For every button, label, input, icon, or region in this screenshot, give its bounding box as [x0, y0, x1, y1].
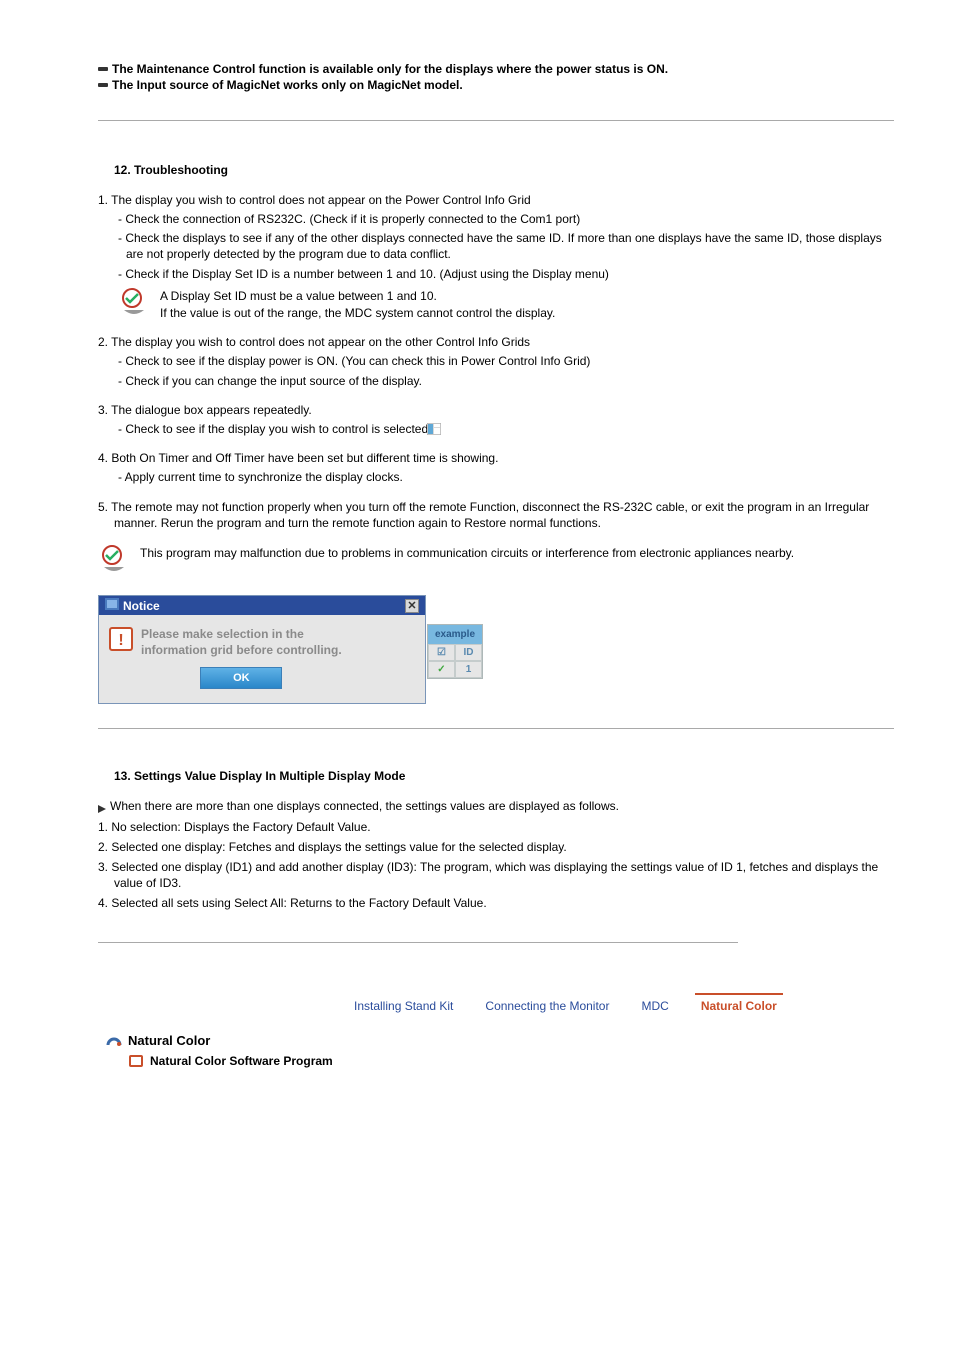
top-note-1-text: The Maintenance Control function is avai… — [112, 62, 668, 76]
nav-tabs: Installing Stand Kit Connecting the Moni… — [348, 993, 894, 1019]
sub-item: - Check to see if the display power is O… — [118, 353, 894, 369]
example-label: example — [428, 625, 482, 644]
warning-icon: ! — [109, 627, 133, 651]
trouble-item-5: 5. The remote may not function properly … — [98, 499, 894, 531]
trouble-item-1: 1. The display you wish to control does … — [98, 193, 894, 321]
tab-installing-stand-kit[interactable]: Installing Stand Kit — [348, 993, 459, 1017]
info-text: This program may malfunction due to prob… — [140, 545, 794, 562]
sub-item: - Apply current time to synchronize the … — [118, 469, 894, 485]
tab-connecting-monitor[interactable]: Connecting the Monitor — [479, 993, 615, 1017]
nc-title-text: Natural Color — [128, 1033, 210, 1048]
sub-item-text: - Check to see if the display you wish t… — [118, 422, 431, 436]
grid-selection-icon — [435, 423, 449, 435]
sub-item: - Check the connection of RS232C. (Check… — [118, 211, 894, 227]
divider — [98, 120, 894, 121]
notice-title-bar: Notice ✕ — [99, 596, 425, 615]
trouble-item-4: 4. Both On Timer and Off Timer have been… — [98, 451, 894, 485]
info-text-content: A Display Set ID must be a value between… — [160, 288, 555, 322]
divider — [98, 942, 738, 943]
item-lead: 1. The display you wish to control does … — [98, 193, 894, 207]
s13-item-2: 2. Selected one display: Fetches and dis… — [98, 839, 894, 855]
col-id: ID — [455, 644, 482, 661]
check-mark-icon — [118, 288, 150, 320]
s13-item-3: 3. Selected one display (ID1) and add an… — [98, 859, 894, 891]
section-12-title: 12. Troubleshooting — [114, 163, 894, 177]
val-id: 1 — [455, 661, 482, 678]
natural-color-icon — [106, 1033, 122, 1047]
notice-body: ! Please make selection in the informati… — [99, 615, 425, 702]
nc-sub-text: Natural Color Software Program — [150, 1054, 333, 1068]
item-lead: 3. The dialogue box appears repeatedly. — [98, 403, 894, 417]
item-lead: 4. Both On Timer and Off Timer have been… — [98, 451, 894, 465]
notice-msg-line1: Please make selection in the — [141, 627, 342, 643]
s13-item-1: 1. No selection: Displays the Factory De… — [98, 819, 894, 835]
app-icon — [105, 598, 119, 613]
top-note-1: The Maintenance Control function is avai… — [98, 62, 894, 76]
dash-icon — [98, 67, 108, 71]
trouble-item-3: 3. The dialogue box appears repeatedly. … — [98, 403, 894, 437]
sub-item: - Check if the Display Set ID is a numbe… — [118, 266, 894, 282]
nc-sub: Natural Color Software Program — [128, 1054, 894, 1068]
svg-text:!: ! — [118, 632, 123, 649]
check-mark-icon — [98, 545, 130, 577]
sub-item: - Check to see if the display you wish t… — [118, 421, 894, 437]
item-lead: 5. The remote may not function properly … — [98, 499, 894, 531]
top-note-2: The Input source of MagicNet works only … — [98, 78, 894, 92]
section-13-title: 13. Settings Value Display In Multiple D… — [114, 769, 894, 783]
notice-title-text: Notice — [123, 599, 160, 613]
info-row-2: This program may malfunction due to prob… — [98, 545, 894, 577]
tab-natural-color[interactable]: Natural Color — [695, 993, 783, 1017]
trouble-item-2: 2. The display you wish to control does … — [98, 335, 894, 388]
close-icon[interactable]: ✕ — [405, 599, 419, 613]
sub-item: - Check the displays to see if any of th… — [118, 230, 894, 262]
s13-lead: When there are more than one displays co… — [98, 799, 894, 813]
nc-title: Natural Color — [106, 1033, 894, 1048]
val-check: ✓ — [428, 661, 455, 678]
info-row: A Display Set ID must be a value between… — [118, 288, 894, 322]
example-grid: example ☑ ID ✓ 1 — [427, 624, 483, 679]
notice-msg-line2: information grid before controlling. — [141, 643, 342, 659]
dash-icon — [98, 83, 108, 87]
ok-button[interactable]: OK — [200, 667, 282, 689]
tab-mdc[interactable]: MDC — [635, 993, 674, 1017]
top-note-2-text: The Input source of MagicNet works only … — [112, 78, 463, 92]
software-program-icon — [128, 1054, 144, 1068]
item-lead: 2. The display you wish to control does … — [98, 335, 894, 349]
s13-item-4: 4. Selected all sets using Select All: R… — [98, 895, 894, 911]
sub-item: - Check if you can change the input sour… — [118, 373, 894, 389]
divider — [98, 728, 894, 729]
col-check: ☑ — [428, 644, 455, 661]
s13-lead-text: When there are more than one displays co… — [110, 799, 619, 813]
info-text: A Display Set ID must be a value between… — [160, 288, 555, 322]
notice-dialog: Notice ✕ ! Please make selection in the … — [98, 595, 426, 703]
arrow-right-icon — [98, 802, 106, 810]
natural-color-block: Natural Color Natural Color Software Pro… — [106, 1033, 894, 1068]
